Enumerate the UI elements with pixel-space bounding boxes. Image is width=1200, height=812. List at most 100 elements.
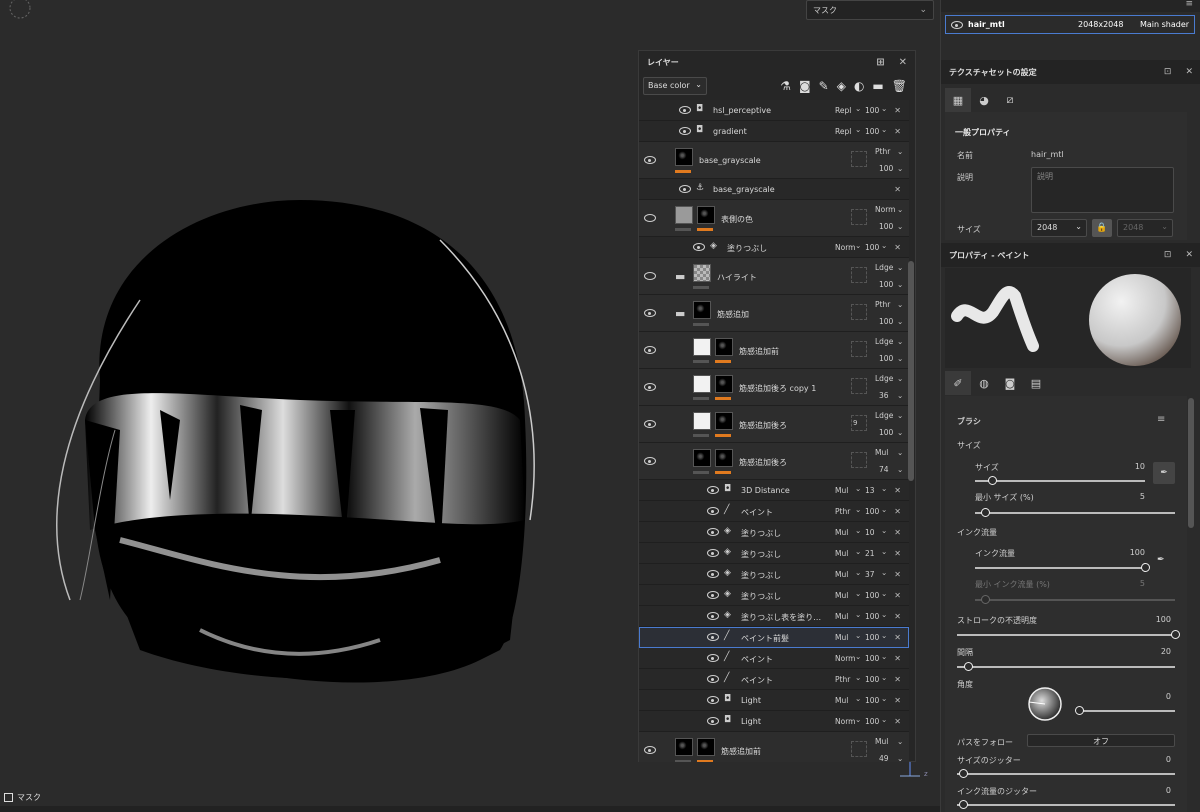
- effect-opacity[interactable]: 10: [865, 528, 875, 537]
- visibility-eye-icon[interactable]: [644, 214, 656, 222]
- layer-row[interactable]: base_grayscale Pthr ⌄ 100 ⌄: [639, 142, 909, 179]
- properties-scrollbar[interactable]: [1188, 398, 1194, 528]
- visibility-eye-icon[interactable]: [679, 127, 691, 135]
- effect-row[interactable]: ╱ ペイント Norm ⌄ 100 ⌄ ✕: [639, 648, 909, 669]
- layer-row[interactable]: ▬ 筋感追加 Pthr ⌄ 100 ⌄: [639, 295, 909, 332]
- layer-row[interactable]: 筋感追加前 Ldge ⌄ 100 ⌄: [639, 332, 909, 369]
- blend-mode[interactable]: Mul: [835, 696, 848, 705]
- effect-row[interactable]: ╱ ペイント Pthr ⌄ 100 ⌄ ✕: [639, 669, 909, 690]
- presets-menu-icon[interactable]: ≡: [1157, 414, 1165, 425]
- tab-texture-set[interactable]: ▦: [945, 88, 971, 112]
- effect-row[interactable]: ◘ Light Norm ⌄ 100 ⌄ ✕: [639, 711, 909, 732]
- blend-mode[interactable]: Norm: [835, 654, 855, 663]
- blend-mode[interactable]: Ldge: [875, 263, 893, 272]
- effect-row[interactable]: ◈ 塗りつぶし Mul ⌄ 37 ⌄ ✕: [639, 564, 909, 585]
- size-select-secondary[interactable]: 2048 ⌄: [1117, 219, 1173, 237]
- visibility-eye-icon[interactable]: [644, 457, 656, 465]
- min-flow-knob[interactable]: [981, 595, 990, 604]
- remove-effect-icon[interactable]: ✕: [894, 633, 901, 642]
- remove-effect-icon[interactable]: ✕: [894, 549, 901, 558]
- tab-alpha[interactable]: ◍: [971, 371, 997, 395]
- size-jitter-slider[interactable]: [957, 773, 1175, 775]
- visibility-eye-icon[interactable]: [644, 309, 656, 317]
- visibility-eye-icon[interactable]: [644, 272, 656, 280]
- min-size-knob[interactable]: [981, 508, 990, 517]
- effect-row[interactable]: ◘ 3D Distance Mul ⌄ 13 ⌄ ✕: [639, 480, 909, 501]
- blend-mode[interactable]: Repl: [835, 127, 851, 136]
- effect-opacity[interactable]: 37: [865, 570, 875, 579]
- effect-opacity[interactable]: 100: [865, 243, 879, 252]
- add-folder-icon[interactable]: ▬: [872, 79, 883, 93]
- effect-opacity[interactable]: 100: [865, 633, 879, 642]
- mask-thumbnail[interactable]: [715, 412, 733, 430]
- visibility-eye-icon[interactable]: [707, 654, 719, 662]
- visibility-eye-icon[interactable]: [693, 243, 705, 251]
- remove-effect-icon[interactable]: ✕: [894, 675, 901, 684]
- add-paint-layer-icon[interactable]: ✎: [819, 79, 829, 93]
- visibility-eye-icon[interactable]: [644, 383, 656, 391]
- effect-opacity[interactable]: 13: [865, 486, 875, 495]
- lock-icon[interactable]: 🔒: [1092, 219, 1112, 237]
- visibility-eye-icon[interactable]: [644, 746, 656, 754]
- blend-mode[interactable]: Pthr: [875, 300, 890, 309]
- visibility-eye-icon[interactable]: [707, 675, 719, 683]
- remove-effect-icon[interactable]: ✕: [894, 507, 901, 516]
- remove-effect-icon[interactable]: ✕: [894, 612, 901, 621]
- blend-mode[interactable]: Ldge: [875, 337, 893, 346]
- effect-opacity[interactable]: 100: [865, 507, 879, 516]
- layer-row[interactable]: 筋感追加後ろ Mul ⌄ 74 ⌄: [639, 443, 909, 480]
- mask-thumbnail[interactable]: [697, 738, 715, 756]
- angle-knob[interactable]: [1075, 706, 1084, 715]
- blend-mode[interactable]: Mul: [835, 549, 848, 558]
- delete-icon[interactable]: 🗑: [892, 79, 907, 93]
- remove-effect-icon[interactable]: ✕: [894, 717, 901, 726]
- effect-row[interactable]: ╱ ペイント前髪 Mul ⌄ 100 ⌄ ✕: [639, 627, 909, 648]
- blend-mode[interactable]: Pthr: [835, 675, 850, 684]
- layer-opacity[interactable]: 100: [879, 428, 893, 437]
- blend-mode[interactable]: Mul: [835, 633, 848, 642]
- stroke-opacity-slider[interactable]: [957, 634, 1175, 636]
- effect-row[interactable]: ◈ 塗りつぶし Mul ⌄ 21 ⌄ ✕: [639, 543, 909, 564]
- follow-path-toggle[interactable]: オフ: [1027, 734, 1175, 747]
- effect-row[interactable]: ⚓ base_grayscale ✕: [639, 179, 909, 200]
- remove-effect-icon[interactable]: ✕: [894, 570, 901, 579]
- brush-size-knob[interactable]: [988, 476, 997, 485]
- dock-icon[interactable]: ⊡: [1164, 67, 1172, 77]
- effect-row[interactable]: ◘ Light Mul ⌄ 100 ⌄ ✕: [639, 690, 909, 711]
- blend-mode[interactable]: Ldge: [875, 374, 893, 383]
- add-mask-icon[interactable]: ◐: [854, 79, 864, 93]
- blend-mode[interactable]: Norm: [875, 205, 895, 214]
- effect-row[interactable]: ◈ 塗りつぶし Norm ⌄ 100 ⌄ ✕: [639, 237, 909, 258]
- effect-opacity[interactable]: 100: [865, 127, 879, 136]
- remove-effect-icon[interactable]: ✕: [894, 528, 901, 537]
- visibility-eye-icon[interactable]: [707, 570, 719, 578]
- tab-stencil[interactable]: ◙: [997, 371, 1023, 395]
- spacing-knob[interactable]: [963, 662, 973, 671]
- size-jitter-knob[interactable]: [959, 769, 968, 778]
- visibility-eye-icon[interactable]: [707, 717, 719, 725]
- effect-opacity[interactable]: 100: [865, 696, 879, 705]
- pen-pressure-icon[interactable]: ✒: [1157, 555, 1165, 565]
- visibility-eye-icon[interactable]: [644, 156, 656, 164]
- layer-opacity[interactable]: 100: [879, 164, 893, 173]
- flow-knob[interactable]: [1141, 563, 1150, 572]
- blend-mode[interactable]: Mul: [835, 570, 848, 579]
- layer-row[interactable]: 筋感追加後ろ copy 1 Ldge ⌄ 36 ⌄: [639, 369, 909, 406]
- remove-effect-icon[interactable]: ✕: [894, 185, 901, 194]
- visibility-eye-icon[interactable]: [644, 420, 656, 428]
- effect-opacity[interactable]: 100: [865, 717, 879, 726]
- effect-row[interactable]: ◈ 塗りつぶし表を塗り… Mul ⌄ 100 ⌄ ✕: [639, 606, 909, 627]
- layer-opacity[interactable]: 100: [879, 317, 893, 326]
- layer-opacity[interactable]: 100: [879, 280, 893, 289]
- tab-brush[interactable]: ✐: [945, 371, 971, 395]
- flow-slider[interactable]: [975, 567, 1145, 569]
- visibility-eye-icon[interactable]: [707, 549, 719, 557]
- layer-row[interactable]: 筋感追加前 Mul ⌄ 49 ⌄: [639, 732, 909, 762]
- effect-row[interactable]: ◈ 塗りつぶし Mul ⌄ 10 ⌄ ✕: [639, 522, 909, 543]
- layer-opacity[interactable]: 100: [879, 222, 893, 231]
- channel-select[interactable]: Base color ⌄: [643, 77, 707, 95]
- visibility-eye-icon[interactable]: [679, 185, 691, 193]
- visibility-eye-icon[interactable]: [679, 106, 691, 114]
- flow-jitter-knob[interactable]: [959, 800, 968, 809]
- remove-effect-icon[interactable]: ✕: [894, 591, 901, 600]
